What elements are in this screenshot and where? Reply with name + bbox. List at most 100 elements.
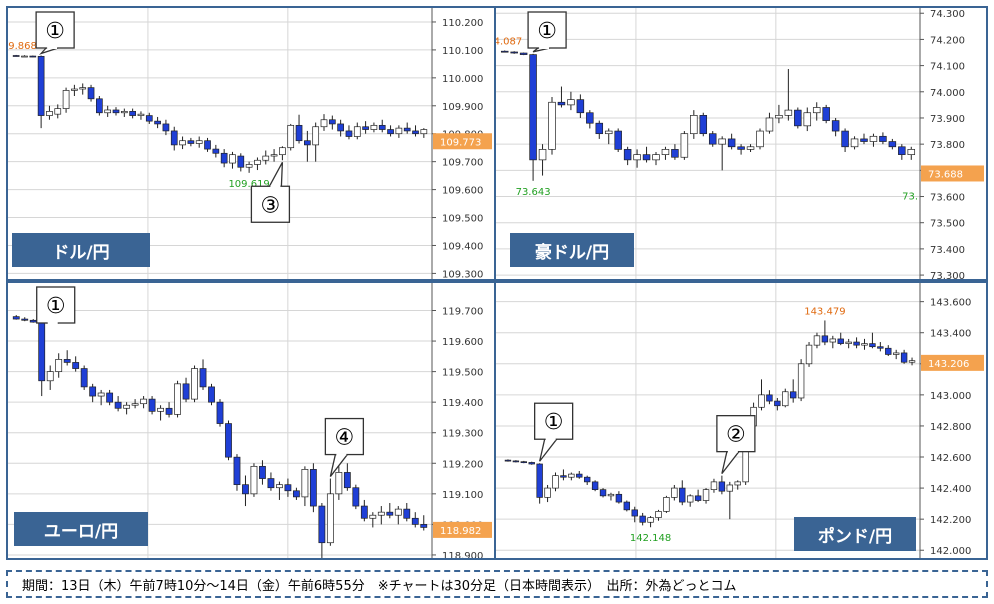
candle-48 bbox=[412, 125, 419, 137]
candle-25 bbox=[702, 488, 710, 504]
candle-12 bbox=[614, 128, 622, 153]
candle-30 bbox=[267, 472, 275, 491]
candle-body bbox=[775, 115, 783, 119]
candle-body bbox=[195, 140, 203, 144]
y-tick-label: 109.300 bbox=[442, 269, 483, 279]
candle-body bbox=[822, 107, 830, 121]
candle-16 bbox=[148, 396, 156, 415]
candle-4 bbox=[538, 144, 547, 176]
candle-44 bbox=[386, 503, 394, 519]
candle-25 bbox=[737, 144, 745, 155]
candle-32 bbox=[803, 107, 812, 132]
y-tick-label: 143.600 bbox=[930, 298, 971, 309]
candle-body bbox=[831, 120, 840, 132]
candle-body bbox=[702, 489, 710, 501]
candle-body bbox=[552, 475, 559, 489]
candle-body bbox=[131, 403, 139, 406]
candle-body bbox=[538, 149, 547, 161]
candle-body bbox=[362, 126, 369, 130]
candle-48 bbox=[420, 515, 428, 531]
candle-body bbox=[560, 475, 567, 478]
low-price-label: 73.643 bbox=[516, 187, 551, 198]
candle-body bbox=[287, 124, 295, 149]
candle-body bbox=[254, 159, 261, 165]
candle-24 bbox=[216, 399, 224, 427]
candle-10 bbox=[595, 120, 604, 139]
candle-34 bbox=[301, 466, 309, 507]
current-price-label: 143.206 bbox=[928, 359, 969, 370]
candle-body bbox=[500, 50, 509, 53]
candle-body bbox=[907, 149, 916, 155]
candle-43 bbox=[845, 338, 852, 349]
candle-28 bbox=[765, 112, 774, 134]
candle-40 bbox=[352, 484, 360, 510]
y-tick-label: 119.700 bbox=[442, 307, 483, 318]
y-tick-label: 74.100 bbox=[930, 62, 965, 73]
candle-body bbox=[29, 319, 37, 323]
candle-21 bbox=[191, 365, 198, 403]
candle-body bbox=[898, 146, 906, 155]
candle-body bbox=[694, 495, 702, 501]
candle-11 bbox=[106, 389, 114, 406]
y-tick-label: 142.600 bbox=[930, 453, 971, 464]
candle-body bbox=[301, 469, 309, 498]
callout-1: ③ bbox=[250, 161, 291, 223]
candle-body bbox=[54, 108, 62, 115]
chart-panel-gbpjpy: 143.600143.400143.200143.000142.800142.6… bbox=[494, 281, 988, 560]
candle-32 bbox=[758, 379, 765, 411]
candle-body bbox=[343, 472, 351, 489]
candle-3 bbox=[529, 53, 537, 181]
candle-body bbox=[37, 55, 45, 116]
candle-body bbox=[145, 115, 153, 122]
candle-body bbox=[699, 115, 708, 135]
candle-body bbox=[710, 481, 718, 490]
callout-pointer bbox=[539, 438, 558, 462]
y-tick-label: 109.400 bbox=[442, 241, 483, 252]
candle-14 bbox=[615, 491, 623, 504]
candle-41 bbox=[360, 499, 368, 522]
candle-body bbox=[642, 154, 651, 161]
candle-2 bbox=[519, 52, 528, 56]
candle-4 bbox=[46, 105, 53, 120]
candle-body bbox=[853, 341, 860, 346]
callout-1: ② bbox=[716, 415, 756, 475]
chart-panel-usdjpy: 110.200110.100110.000109.900109.800109.7… bbox=[6, 6, 496, 281]
candle-35 bbox=[831, 117, 840, 137]
candle-11 bbox=[104, 105, 112, 117]
candle-5 bbox=[544, 484, 551, 503]
candle-body bbox=[21, 318, 29, 321]
candle-24 bbox=[694, 489, 702, 503]
candle-body bbox=[187, 140, 195, 144]
y-tick-label: 119.500 bbox=[442, 368, 483, 379]
candle-body bbox=[756, 130, 764, 148]
candle-body bbox=[165, 407, 173, 415]
candle-body bbox=[708, 133, 717, 145]
candle-body bbox=[12, 316, 20, 320]
candle-46 bbox=[403, 503, 411, 522]
candle-18 bbox=[165, 402, 173, 418]
candle-35 bbox=[309, 463, 317, 513]
y-tick-label: 73.600 bbox=[930, 193, 965, 204]
candle-body bbox=[879, 135, 887, 142]
candle-body bbox=[120, 111, 128, 114]
candle-36 bbox=[789, 379, 797, 403]
candle-49 bbox=[420, 128, 428, 138]
candle-10 bbox=[96, 96, 103, 116]
candle-24 bbox=[727, 133, 736, 150]
candle-6 bbox=[63, 350, 71, 366]
candle-body bbox=[220, 152, 228, 164]
candle-body bbox=[758, 394, 765, 408]
callout-label: ② bbox=[726, 423, 746, 448]
candle-35 bbox=[304, 130, 311, 162]
candle-body bbox=[789, 391, 797, 399]
candle-13 bbox=[623, 146, 632, 166]
y-tick-label: 74.300 bbox=[930, 9, 965, 20]
candle-15 bbox=[642, 146, 651, 163]
candle-body bbox=[412, 130, 419, 135]
candle-body bbox=[812, 107, 821, 114]
candle-body bbox=[718, 138, 726, 145]
candle-body bbox=[276, 484, 283, 489]
candle-41 bbox=[888, 138, 897, 150]
candle-body bbox=[123, 404, 131, 409]
candle-body bbox=[89, 386, 97, 397]
